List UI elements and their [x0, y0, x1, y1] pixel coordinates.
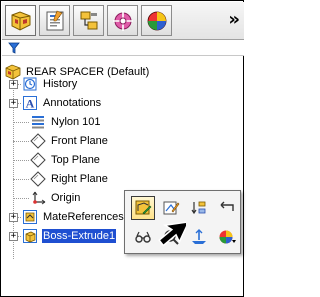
rollback-button[interactable]	[187, 196, 211, 220]
normal-to-button[interactable]	[187, 225, 211, 249]
extrude-icon	[22, 228, 38, 244]
tree-item-label: MateReferences	[43, 211, 124, 223]
feature-manager-panel: » REAR SPACER (Default) + History + A An…	[0, 0, 244, 297]
manager-tab-bar: »	[2, 2, 244, 40]
material-icon	[30, 114, 46, 130]
tree-item-history[interactable]: History	[22, 75, 78, 93]
tree-item-label: Annotations	[43, 97, 102, 109]
hide-show-icon	[135, 231, 151, 243]
filter-bar	[2, 40, 244, 56]
tree-item-label: Boss-Extrude1	[42, 229, 117, 243]
tree-item-right-plane[interactable]: Right Plane	[30, 170, 109, 188]
expand-boss-extrude-toggle[interactable]: +	[9, 232, 18, 241]
tree-item-material[interactable]: Nylon 101	[30, 113, 102, 131]
edit-feature-button[interactable]	[131, 196, 155, 220]
tree-item-origin[interactable]: Origin	[30, 189, 81, 207]
tree-item-front-plane[interactable]: Front Plane	[30, 132, 109, 150]
tree-item-annotations[interactable]: A Annotations	[22, 94, 102, 112]
plane-icon	[30, 152, 46, 168]
tree-item-label: Top Plane	[51, 154, 100, 166]
normal-to-icon	[192, 229, 206, 244]
tree-item-label: Front Plane	[51, 135, 108, 147]
mouse-pointer-icon	[158, 220, 186, 247]
hide-show-button[interactable]	[131, 225, 155, 249]
plane-icon	[30, 171, 46, 187]
expand-history-toggle[interactable]: +	[9, 80, 18, 89]
featuremanager-tree-icon	[11, 10, 30, 31]
tree-item-label: History	[43, 78, 78, 90]
propertymanager-icon	[46, 10, 63, 30]
dimxpert-manager-icon	[112, 10, 133, 31]
tree-item-label: Nylon 101	[51, 116, 101, 128]
expand-matereferences-toggle[interactable]: +	[9, 213, 18, 222]
feature-tree: REAR SPACER (Default) + History + A Anno…	[1, 58, 245, 297]
configurationmanager-icon	[80, 11, 97, 29]
tab-displaymanager[interactable]	[141, 5, 172, 36]
plane-icon	[30, 133, 46, 149]
origin-icon	[30, 190, 46, 206]
filter-icon[interactable]	[8, 42, 20, 54]
rollback-arrow-icon	[220, 201, 234, 211]
rollback-arrow-button[interactable]	[215, 196, 239, 220]
svg-text:A: A	[26, 97, 35, 111]
part-icon	[5, 64, 21, 80]
history-icon	[22, 76, 38, 92]
annotations-icon: A	[22, 95, 38, 111]
tab-dimxpertmanager[interactable]	[107, 5, 138, 36]
appearance-button[interactable]	[215, 225, 239, 249]
tab-propertymanager[interactable]	[39, 5, 70, 36]
tree-item-matereferences[interactable]: MateReferences	[22, 208, 125, 226]
rollback-icon	[191, 201, 206, 215]
tab-configurationmanager[interactable]	[73, 5, 104, 36]
expand-annotations-toggle[interactable]: +	[9, 99, 18, 108]
appearance-icon	[219, 230, 236, 244]
more-tabs-chevron-icon[interactable]: »	[228, 9, 240, 30]
edit-feature-icon	[135, 200, 152, 215]
tree-item-boss-extrude[interactable]: Boss-Extrude1	[22, 227, 117, 245]
tree-item-label: Right Plane	[51, 173, 108, 185]
tree-item-label: Origin	[51, 192, 81, 204]
display-manager-icon	[147, 11, 166, 30]
tree-item-top-plane[interactable]: Top Plane	[30, 151, 101, 169]
tab-featuremanager[interactable]	[5, 5, 36, 36]
mate-references-icon	[22, 209, 38, 225]
